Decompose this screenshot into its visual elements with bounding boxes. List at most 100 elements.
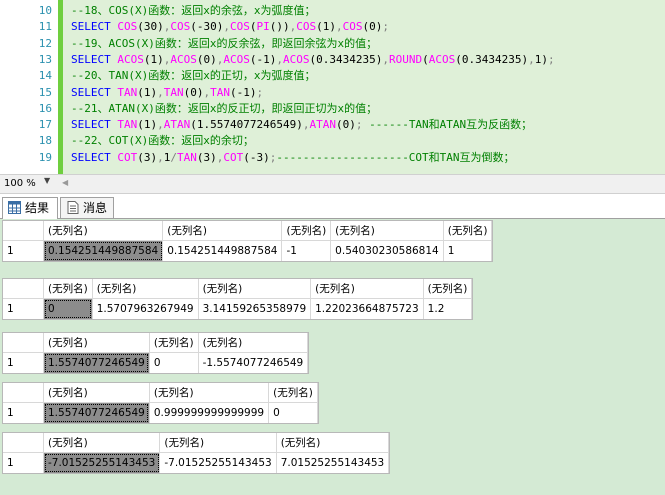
row-number[interactable]: 1 [3,298,44,319]
code-line[interactable]: SELECT ACOS(1),ACOS(0),ACOS(-1),ACOS(0.3… [71,52,555,68]
header-row: (无列名) (无列名) (无列名) (无列名) (无列名) [3,221,493,241]
scroll-left-icon[interactable]: ◀ [62,178,68,187]
table-cell[interactable]: -1 [281,240,332,261]
column-header[interactable]: (无列名) [43,333,150,353]
header-row: (无列名) (无列名) (无列名) [3,433,390,453]
column-header[interactable]: (无列名) [423,279,473,299]
result-grid[interactable]: (无列名) (无列名) (无列名) 1 1.5574077246549 0 -1.55740… [2,332,310,374]
code-line[interactable]: SELECT TAN(1),TAN(0),TAN(-1); [71,85,263,101]
corner-cell[interactable] [3,383,44,403]
code-token: , [223,20,230,34]
code-token: COS [229,20,250,34]
table-cell[interactable]: 1.5574077246549 [43,352,150,373]
row-number[interactable]: 1 [3,452,44,473]
result-grid[interactable]: (无列名) (无列名) (无列名) 1 1.5574077246549 0.9999999… [2,382,319,424]
table-row: 1 -7.01525255143453 -7.01525255143453 7.015… [3,452,390,473]
table-cell[interactable]: 1.2 [423,298,473,319]
code-token: ; [355,118,370,132]
code-token: (0) [362,20,383,34]
row-number[interactable]: 1 [3,402,44,423]
table-cell[interactable]: 0 [268,402,318,423]
table-cell[interactable]: 1.5707963267949 [92,298,199,319]
table-cell[interactable]: -7.01525255143453 [43,452,161,473]
sql-editor[interactable]: 10 11 12 13 14 15 16 17 18 19 --18、COS(X)函数：返回x的余… [0,0,665,174]
table-cell[interactable]: 0.154251449887584 [162,240,283,261]
code-token: ATAN [163,118,191,132]
code-token: , [157,85,164,99]
column-header[interactable]: (无列名) [276,433,390,453]
table-cell[interactable]: 1 [443,240,493,261]
code-token: ROUND [388,52,423,66]
line-number: 10 [38,4,52,17]
table-cell[interactable]: 1.22023664875723 [310,298,424,319]
code-token: / [170,150,177,164]
code-token: ACOS [223,52,250,66]
code-token: TAN [117,118,138,132]
code-token: COT [223,150,244,164]
row-number[interactable]: 1 [3,352,44,373]
column-header[interactable]: (无列名) [198,333,309,353]
table-cell[interactable]: 3.14159265358979 [198,298,312,319]
chevron-down-icon[interactable]: ▼ [44,176,50,185]
table-cell[interactable]: 0 [43,298,93,319]
table-cell[interactable]: 0.154251449887584 [43,240,164,261]
result-grid[interactable]: (无列名) (无列名) (无列名) (无列名) (无列名) 1 0 1.57079632679… [2,278,474,320]
column-header[interactable]: (无列名) [162,221,283,241]
code-token: SELECT [71,20,118,34]
column-header[interactable]: (无列名) [43,383,150,403]
corner-cell[interactable] [3,433,44,453]
table-row: 1 0.154251449887584 0.154251449887584 -1 0.5… [3,240,493,261]
header-row: (无列名) (无列名) (无列名) [3,333,309,353]
tab-messages[interactable]: 消息 [60,197,114,218]
code-token: PI [256,20,270,34]
code-area[interactable]: --18、COS(X)函数：返回x的余弦，x为弧度值； SELECT COS(30… [63,0,665,174]
table-cell[interactable]: 0.54030230586814 [330,240,444,261]
code-token: ACOS [170,52,197,66]
column-header[interactable]: (无列名) [149,383,270,403]
column-header[interactable]: (无列名) [43,221,164,241]
corner-cell[interactable] [3,333,44,353]
table-cell[interactable]: 0 [149,352,199,373]
code-token: (1) [316,20,336,34]
code-token: SELECT [71,52,118,66]
line-number: 16 [38,101,52,115]
column-header[interactable]: (无列名) [92,279,199,299]
code-line[interactable]: --19、ACOS(X)函数：返回x的反余弦，即返回余弦为x的值； [71,36,377,52]
column-header[interactable]: (无列名) [268,383,318,403]
code-line[interactable]: SELECT COS(30),COS(-30),COS(PI()),COS(1)… [71,19,389,35]
column-header[interactable]: (无列名) [43,433,161,453]
code-line[interactable]: SELECT TAN(1),ATAN(1.5574077246549),ATAN… [71,117,532,133]
code-token: (1.5574077246549) [190,118,303,132]
code-token: ACOS [428,52,456,66]
row-number[interactable]: 1 [3,240,44,261]
code-token: ; [547,52,555,66]
code-token: , [335,20,343,34]
table-cell[interactable]: 7.01525255143453 [276,452,390,473]
code-token: (0) [183,85,204,99]
result-grid[interactable]: (无列名) (无列名) (无列名) (无列名) (无列名) 1 0.154251449887… [2,220,494,262]
code-line[interactable]: SELECT COT(3),1/TAN(3),COT(-3);---------… [71,150,515,166]
corner-cell[interactable] [3,221,44,241]
line-number: 17 [38,118,52,132]
corner-cell[interactable] [3,279,44,299]
column-header[interactable]: (无列名) [149,333,199,353]
column-header[interactable]: (无列名) [330,221,444,241]
table-cell[interactable]: 1.5574077246549 [43,402,150,423]
column-header[interactable]: (无列名) [310,279,424,299]
code-line[interactable]: --20、TAN(X)函数：返回x的正切，x为弧度值； [71,68,315,84]
tab-results[interactable]: 结果 [2,197,58,219]
column-header[interactable]: (无列名) [159,433,277,453]
column-header[interactable]: (无列名) [43,279,93,299]
line-number: 11 [38,20,52,34]
table-cell[interactable]: 0.999999999999999 [149,402,270,423]
result-grid[interactable]: (无列名) (无列名) (无列名) 1 -7.01525255143453 -7.0152… [2,432,391,474]
column-header[interactable]: (无列名) [281,221,332,241]
column-header[interactable]: (无列名) [443,221,493,241]
code-line[interactable]: --21、ATAN(X)函数：返回x的反正切，即返回正切为x的值； [71,101,377,117]
column-header[interactable]: (无列名) [198,279,312,299]
table-cell[interactable]: -7.01525255143453 [159,452,277,473]
code-token: TAN [163,85,184,99]
table-cell[interactable]: -1.5574077246549 [198,352,309,373]
code-line[interactable]: --18、COS(X)函数：返回x的余弦，x为弧度值； [71,3,315,19]
code-line[interactable]: --22、COT(X)函数：返回x的余切； [71,133,254,149]
